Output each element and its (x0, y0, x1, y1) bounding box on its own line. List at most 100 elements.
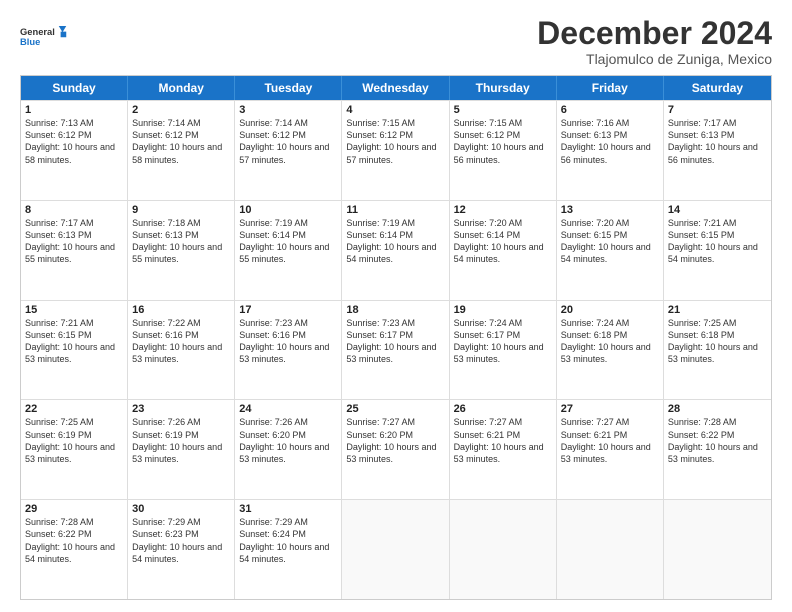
day-number: 14 (668, 204, 767, 216)
cal-cell (450, 500, 557, 599)
cal-cell: 29 Sunrise: 7:28 AMSunset: 6:22 PMDaylig… (21, 500, 128, 599)
cal-cell: 22 Sunrise: 7:25 AMSunset: 6:19 PMDaylig… (21, 400, 128, 499)
cell-content: Sunrise: 7:24 AMSunset: 6:17 PMDaylight:… (454, 318, 544, 364)
cell-content: Sunrise: 7:21 AMSunset: 6:15 PMDaylight:… (668, 218, 758, 264)
cal-cell: 23 Sunrise: 7:26 AMSunset: 6:19 PMDaylig… (128, 400, 235, 499)
day-number: 7 (668, 104, 767, 116)
cal-cell: 3 Sunrise: 7:14 AMSunset: 6:12 PMDayligh… (235, 101, 342, 200)
cell-content: Sunrise: 7:27 AMSunset: 6:20 PMDaylight:… (346, 417, 436, 463)
cal-cell: 2 Sunrise: 7:14 AMSunset: 6:12 PMDayligh… (128, 101, 235, 200)
cal-cell: 18 Sunrise: 7:23 AMSunset: 6:17 PMDaylig… (342, 301, 449, 400)
cell-content: Sunrise: 7:17 AMSunset: 6:13 PMDaylight:… (668, 118, 758, 164)
cal-cell: 10 Sunrise: 7:19 AMSunset: 6:14 PMDaylig… (235, 201, 342, 300)
day-number: 31 (239, 503, 337, 515)
day-number: 24 (239, 403, 337, 415)
day-number: 12 (454, 204, 552, 216)
cell-content: Sunrise: 7:24 AMSunset: 6:18 PMDaylight:… (561, 318, 651, 364)
logo-svg: General Blue (20, 16, 70, 56)
cell-content: Sunrise: 7:29 AMSunset: 6:23 PMDaylight:… (132, 517, 222, 563)
cal-cell: 1 Sunrise: 7:13 AMSunset: 6:12 PMDayligh… (21, 101, 128, 200)
week-row-2: 8 Sunrise: 7:17 AMSunset: 6:13 PMDayligh… (21, 200, 771, 300)
cal-cell: 5 Sunrise: 7:15 AMSunset: 6:12 PMDayligh… (450, 101, 557, 200)
cal-cell: 26 Sunrise: 7:27 AMSunset: 6:21 PMDaylig… (450, 400, 557, 499)
cal-cell: 30 Sunrise: 7:29 AMSunset: 6:23 PMDaylig… (128, 500, 235, 599)
week-row-3: 15 Sunrise: 7:21 AMSunset: 6:15 PMDaylig… (21, 300, 771, 400)
cal-cell: 15 Sunrise: 7:21 AMSunset: 6:15 PMDaylig… (21, 301, 128, 400)
day-number: 1 (25, 104, 123, 116)
week-row-4: 22 Sunrise: 7:25 AMSunset: 6:19 PMDaylig… (21, 399, 771, 499)
day-number: 19 (454, 304, 552, 316)
cal-cell (664, 500, 771, 599)
logo: General Blue (20, 16, 70, 56)
cell-content: Sunrise: 7:20 AMSunset: 6:15 PMDaylight:… (561, 218, 651, 264)
cell-content: Sunrise: 7:26 AMSunset: 6:19 PMDaylight:… (132, 417, 222, 463)
cal-cell: 4 Sunrise: 7:15 AMSunset: 6:12 PMDayligh… (342, 101, 449, 200)
day-number: 15 (25, 304, 123, 316)
cell-content: Sunrise: 7:25 AMSunset: 6:18 PMDaylight:… (668, 318, 758, 364)
cell-content: Sunrise: 7:16 AMSunset: 6:13 PMDaylight:… (561, 118, 651, 164)
cell-content: Sunrise: 7:28 AMSunset: 6:22 PMDaylight:… (25, 517, 115, 563)
day-number: 26 (454, 403, 552, 415)
cell-content: Sunrise: 7:14 AMSunset: 6:12 PMDaylight:… (132, 118, 222, 164)
cal-cell: 31 Sunrise: 7:29 AMSunset: 6:24 PMDaylig… (235, 500, 342, 599)
cell-content: Sunrise: 7:21 AMSunset: 6:15 PMDaylight:… (25, 318, 115, 364)
day-number: 21 (668, 304, 767, 316)
header-day-thursday: Thursday (450, 76, 557, 100)
cell-content: Sunrise: 7:14 AMSunset: 6:12 PMDaylight:… (239, 118, 329, 164)
cal-cell: 6 Sunrise: 7:16 AMSunset: 6:13 PMDayligh… (557, 101, 664, 200)
header-day-wednesday: Wednesday (342, 76, 449, 100)
cell-content: Sunrise: 7:25 AMSunset: 6:19 PMDaylight:… (25, 417, 115, 463)
day-number: 11 (346, 204, 444, 216)
cell-content: Sunrise: 7:27 AMSunset: 6:21 PMDaylight:… (561, 417, 651, 463)
week-row-1: 1 Sunrise: 7:13 AMSunset: 6:12 PMDayligh… (21, 100, 771, 200)
day-number: 13 (561, 204, 659, 216)
day-number: 10 (239, 204, 337, 216)
subtitle: Tlajomulco de Zuniga, Mexico (537, 51, 772, 67)
cell-content: Sunrise: 7:28 AMSunset: 6:22 PMDaylight:… (668, 417, 758, 463)
day-number: 20 (561, 304, 659, 316)
cal-cell: 19 Sunrise: 7:24 AMSunset: 6:17 PMDaylig… (450, 301, 557, 400)
cell-content: Sunrise: 7:19 AMSunset: 6:14 PMDaylight:… (346, 218, 436, 264)
cal-cell: 13 Sunrise: 7:20 AMSunset: 6:15 PMDaylig… (557, 201, 664, 300)
svg-text:General: General (20, 27, 55, 37)
day-number: 28 (668, 403, 767, 415)
cell-content: Sunrise: 7:15 AMSunset: 6:12 PMDaylight:… (346, 118, 436, 164)
cal-cell (557, 500, 664, 599)
day-number: 25 (346, 403, 444, 415)
cal-cell: 16 Sunrise: 7:22 AMSunset: 6:16 PMDaylig… (128, 301, 235, 400)
day-number: 30 (132, 503, 230, 515)
cell-content: Sunrise: 7:23 AMSunset: 6:17 PMDaylight:… (346, 318, 436, 364)
cal-cell: 17 Sunrise: 7:23 AMSunset: 6:16 PMDaylig… (235, 301, 342, 400)
header-day-saturday: Saturday (664, 76, 771, 100)
header-day-friday: Friday (557, 76, 664, 100)
day-number: 2 (132, 104, 230, 116)
cal-cell: 20 Sunrise: 7:24 AMSunset: 6:18 PMDaylig… (557, 301, 664, 400)
day-number: 5 (454, 104, 552, 116)
header: General Blue December 2024 Tlajomulco de… (20, 16, 772, 67)
header-day-monday: Monday (128, 76, 235, 100)
cal-cell: 12 Sunrise: 7:20 AMSunset: 6:14 PMDaylig… (450, 201, 557, 300)
day-number: 17 (239, 304, 337, 316)
page: General Blue December 2024 Tlajomulco de… (0, 0, 792, 612)
cell-content: Sunrise: 7:19 AMSunset: 6:14 PMDaylight:… (239, 218, 329, 264)
calendar-header: SundayMondayTuesdayWednesdayThursdayFrid… (21, 76, 771, 100)
cell-content: Sunrise: 7:20 AMSunset: 6:14 PMDaylight:… (454, 218, 544, 264)
day-number: 16 (132, 304, 230, 316)
cal-cell: 21 Sunrise: 7:25 AMSunset: 6:18 PMDaylig… (664, 301, 771, 400)
svg-text:Blue: Blue (20, 37, 40, 47)
cal-cell (342, 500, 449, 599)
cal-cell: 9 Sunrise: 7:18 AMSunset: 6:13 PMDayligh… (128, 201, 235, 300)
day-number: 18 (346, 304, 444, 316)
cal-cell: 8 Sunrise: 7:17 AMSunset: 6:13 PMDayligh… (21, 201, 128, 300)
cal-cell: 14 Sunrise: 7:21 AMSunset: 6:15 PMDaylig… (664, 201, 771, 300)
header-day-tuesday: Tuesday (235, 76, 342, 100)
day-number: 29 (25, 503, 123, 515)
cell-content: Sunrise: 7:22 AMSunset: 6:16 PMDaylight:… (132, 318, 222, 364)
week-row-5: 29 Sunrise: 7:28 AMSunset: 6:22 PMDaylig… (21, 499, 771, 599)
cal-cell: 24 Sunrise: 7:26 AMSunset: 6:20 PMDaylig… (235, 400, 342, 499)
cell-content: Sunrise: 7:15 AMSunset: 6:12 PMDaylight:… (454, 118, 544, 164)
day-number: 23 (132, 403, 230, 415)
header-day-sunday: Sunday (21, 76, 128, 100)
calendar: SundayMondayTuesdayWednesdayThursdayFrid… (20, 75, 772, 600)
cal-cell: 7 Sunrise: 7:17 AMSunset: 6:13 PMDayligh… (664, 101, 771, 200)
